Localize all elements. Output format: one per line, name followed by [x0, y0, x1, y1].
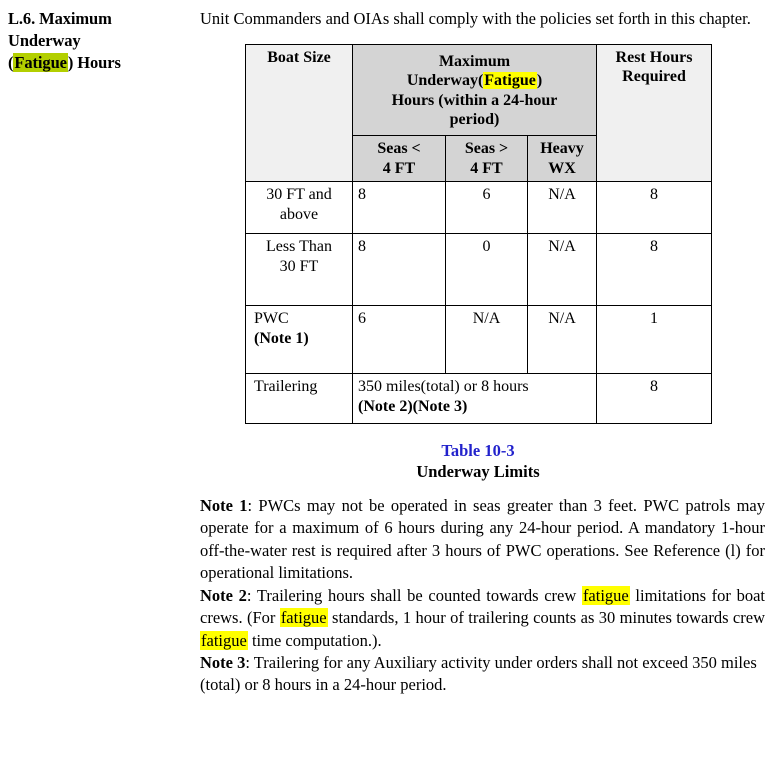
cell-trailering-limits: 350 miles(total) or 8 hours (Note 2)(Not… — [352, 373, 597, 425]
underway-limits-table: Boat Size Maximum Underway(Fatigue) Hour… — [245, 43, 712, 425]
section-heading-column: L.6. Maximum Underway (Fatigue) Hours — [0, 8, 200, 697]
note-2-seg3: standards, 1 hour of trailering counts a… — [327, 608, 765, 628]
row-label-30ft-and-above: 30 FT and above — [245, 181, 353, 235]
header-maximum-underway-hours: Maximum Underway(Fatigue) Hours (within … — [352, 43, 597, 137]
header-highlight-fatigue: Fatigue — [483, 72, 537, 90]
cell-seas-gt-row0: 6 — [445, 181, 528, 235]
trailering-text-line1: 350 miles(total) or 8 hours — [358, 378, 529, 396]
section-heading: L.6. Maximum Underway (Fatigue) Hours — [8, 8, 192, 73]
table-caption: Table 10-3 Underway Limits — [245, 440, 711, 483]
table-notes: Note 1: PWCs may not be operated in seas… — [200, 495, 767, 697]
table-row: Less Than 30 FT 8 0 N/A 8 — [245, 233, 712, 307]
header-heavy-wx: Heavy WX — [527, 134, 597, 183]
section-heading-highlight-fatigue: Fatigue — [13, 52, 68, 72]
header-span-line2-pre: Underway( — [406, 72, 484, 90]
header-span-line4: period) — [449, 111, 500, 129]
header-span-line1: Maximum — [438, 52, 511, 70]
header-boat-size: Boat Size — [245, 43, 353, 183]
cell-heavy-wx-row1: N/A — [527, 233, 597, 307]
note-2-highlight-fatigue-2: fatigue — [279, 608, 328, 628]
cell-seas-lt-row2: 6 — [352, 305, 446, 375]
row-label-line1: Less Than — [266, 238, 332, 256]
note-3-label: Note 3 — [200, 652, 246, 672]
header-heavy-wx-line2: WX — [548, 159, 576, 177]
intro-paragraph: Unit Commanders and OIAs shall comply wi… — [200, 9, 751, 28]
cell-rest-row1: 8 — [596, 233, 712, 307]
table-title: Underway Limits — [416, 462, 540, 482]
note-2-seg1: : Trailering hours shall be counted towa… — [246, 585, 582, 605]
cell-heavy-wx-row2: N/A — [527, 305, 597, 375]
header-heavy-wx-line1: Heavy — [540, 140, 584, 157]
cell-seas-lt-row1: 8 — [352, 233, 446, 307]
note-3: Note 3: Trailering for any Auxiliary act… — [200, 652, 765, 697]
underway-limits-table-wrapper: Boat Size Maximum Underway(Fatigue) Hour… — [245, 43, 712, 425]
table-row: Trailering 350 miles(total) or 8 hours (… — [245, 373, 712, 425]
table-row: PWC (Note 1) 6 N/A N/A 1 — [245, 305, 712, 375]
row-label-line2: above — [279, 205, 319, 223]
note-2-label: Note 2 — [200, 585, 247, 605]
cell-seas-gt-row2: N/A — [445, 305, 528, 375]
header-seas-gt-line1: Seas > — [464, 140, 509, 157]
header-rest-line1: Rest Hours — [615, 48, 693, 66]
trailering-note-refs: (Note 2)(Note 3) — [358, 397, 468, 415]
cell-seas-gt-row1: 0 — [445, 233, 528, 307]
note-1-label: Note 1 — [200, 495, 248, 515]
row-label-line1: 30 FT and — [266, 186, 332, 204]
header-seas-lt-line2: 4 FT — [382, 159, 416, 177]
note-3-text: : Trailering for any Auxiliary activity … — [200, 652, 757, 695]
row-label-trailering: Trailering — [245, 373, 353, 425]
section-heading-line2: Underway — [8, 30, 81, 50]
header-span-line3: Hours (within a 24-hour — [391, 91, 558, 109]
header-rest-line2: Required — [622, 68, 686, 86]
section-heading-line1: L.6. Maximum — [8, 9, 112, 28]
note-1-text: : PWCs may not be operated in seas great… — [200, 495, 765, 583]
header-seas-gt-line2: 4 FT — [470, 159, 503, 177]
header-seas-less-than-4ft: Seas < 4 FT — [352, 134, 446, 183]
document-page: L.6. Maximum Underway (Fatigue) Hours Un… — [0, 0, 777, 697]
cell-rest-row2: 1 — [596, 305, 712, 375]
section-heading-paren-close: ) Hours — [67, 52, 121, 72]
note-2-seg4: time computation.). — [247, 630, 382, 650]
row-label-line1: PWC — [254, 310, 289, 328]
table-header-row-1: Boat Size Maximum Underway(Fatigue) Hour… — [245, 43, 712, 183]
table-number-link[interactable]: Table 10-3 — [441, 441, 514, 460]
row-label-less-than-30ft: Less Than 30 FT — [245, 233, 353, 307]
header-span-line2-post: ) — [536, 72, 543, 90]
row-label-line2: 30 FT — [279, 257, 319, 275]
header-seas-lt-line1: Seas < — [377, 140, 421, 157]
note-2-highlight-fatigue-3: fatigue — [200, 630, 248, 650]
cell-rest-row0: 8 — [596, 181, 712, 235]
note-1: Note 1: PWCs may not be operated in seas… — [200, 495, 765, 585]
note-2-highlight-fatigue-1: fatigue — [581, 585, 630, 605]
note-2: Note 2: Trailering hours shall be counte… — [200, 585, 765, 652]
table-row: 30 FT and above 8 6 N/A 8 — [245, 181, 712, 235]
row-label-line2-note-ref: (Note 1) — [254, 329, 309, 347]
row-label-pwc: PWC (Note 1) — [245, 305, 353, 375]
header-rest-hours-required: Rest Hours Required — [596, 43, 712, 183]
cell-heavy-wx-row0: N/A — [527, 181, 597, 235]
cell-rest-trailering: 8 — [596, 373, 712, 425]
document-body-column: Unit Commanders and OIAs shall comply wi… — [200, 8, 777, 697]
cell-seas-lt-row0: 8 — [352, 181, 446, 235]
header-seas-greater-than-4ft: Seas > 4 FT — [445, 134, 528, 183]
